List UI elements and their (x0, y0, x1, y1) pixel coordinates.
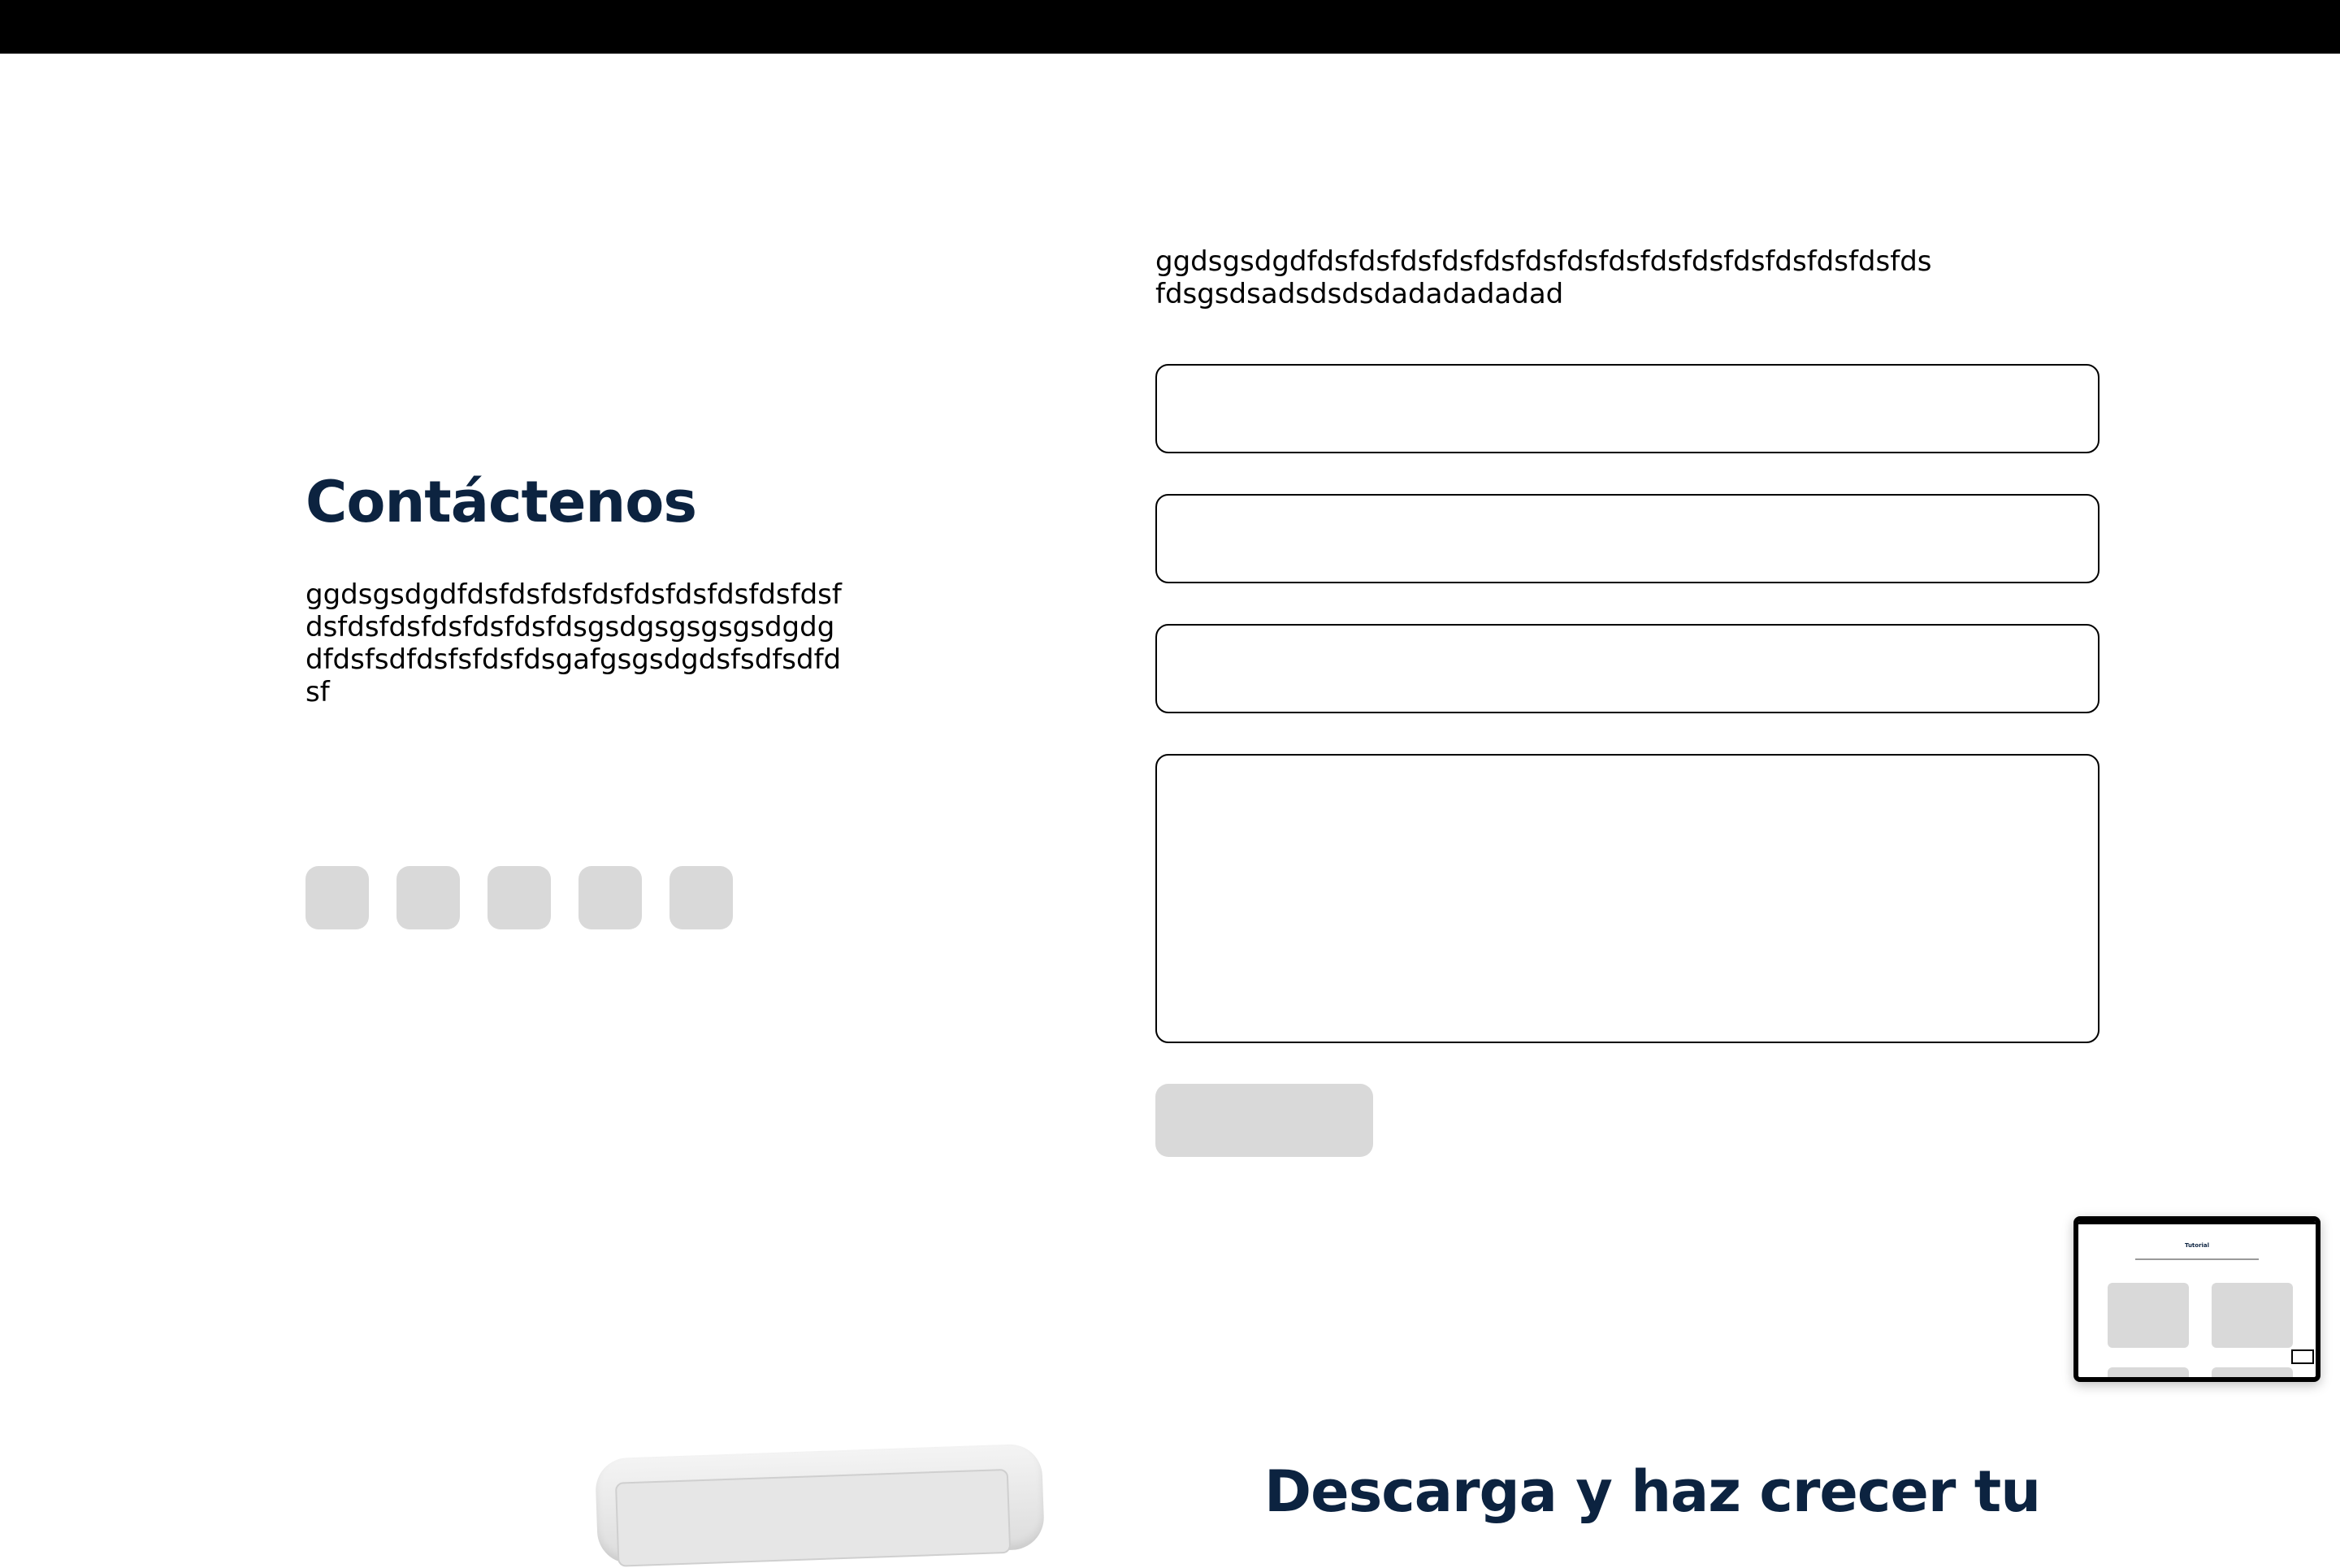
social-icon-1[interactable] (306, 866, 369, 929)
message-textarea[interactable] (1155, 754, 2100, 1043)
social-icon-2[interactable] (396, 866, 460, 929)
top-nav-bar (0, 0, 2340, 54)
preview-expand-icon[interactable] (2291, 1349, 2314, 1364)
preview-card (2108, 1367, 2189, 1377)
form-field-3[interactable] (1155, 624, 2100, 713)
submit-button[interactable] (1155, 1084, 1373, 1157)
contact-title: Contáctenos (306, 469, 697, 535)
social-icon-3[interactable] (488, 866, 551, 929)
form-field-2[interactable] (1155, 494, 2100, 583)
preview-card (2212, 1283, 2293, 1348)
social-icon-4[interactable] (578, 866, 642, 929)
preview-subtitle-line (2135, 1258, 2259, 1260)
preview-title: Tutorial (2184, 1242, 2210, 1249)
tutorial-preview-thumbnail[interactable]: Tutorial (2074, 1216, 2320, 1382)
social-icon-5[interactable] (670, 866, 733, 929)
form-field-1[interactable] (1155, 364, 2100, 453)
preview-card (2212, 1367, 2293, 1377)
social-links (306, 866, 733, 929)
device-mockup-image (594, 1443, 1046, 1567)
preview-top-bar (2078, 1221, 2316, 1224)
preview-card (2108, 1283, 2189, 1348)
form-intro-text: ggdsgsdgdfdsfdsfdsfdsfdsfdsfdsfdsfdsfdsf… (1155, 245, 1932, 310)
download-title: Descarga y haz crecer tu (1264, 1458, 2041, 1525)
contact-description: ggdsgsdgdfdsfdsfdsfdsfdsfdsfdsfdsfdsfdsf… (306, 578, 842, 708)
device-screen (614, 1468, 1012, 1567)
